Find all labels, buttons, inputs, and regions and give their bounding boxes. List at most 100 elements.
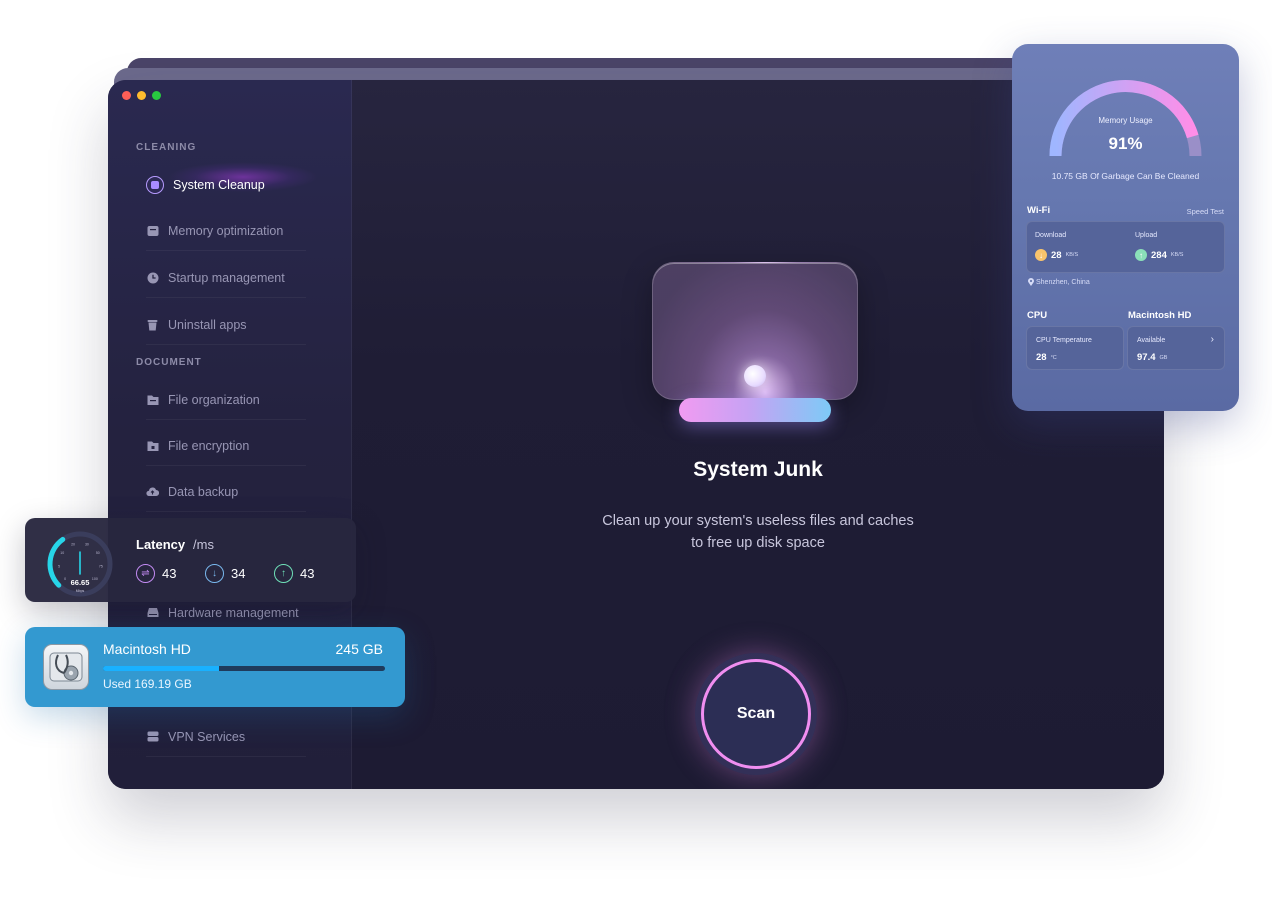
- server-icon: [146, 730, 159, 743]
- latency-stat-value: 43: [300, 566, 315, 581]
- cpu-temp-readout: 28 °C: [1036, 352, 1057, 363]
- sidebar-item-file-encryption[interactable]: File encryption: [146, 426, 306, 466]
- page-description: Clean up your system's useless files and…: [352, 510, 1164, 554]
- disk-usage-bar-fill: [103, 666, 219, 671]
- sidebar-item-system-cleanup[interactable]: System Cleanup: [146, 165, 306, 205]
- close-window-button[interactable]: [122, 91, 131, 100]
- garbage-amount: 10.75: [1051, 171, 1074, 181]
- gauge-tick-label: 10: [60, 551, 64, 555]
- sidebar-item-label: Data backup: [168, 484, 239, 499]
- latency-stat-up: ↑ 43: [274, 564, 314, 583]
- download-readout: ↓ 28 KB/S: [1035, 249, 1078, 261]
- memory-usage-label: Memory Usage: [1098, 116, 1153, 125]
- chevron-right-icon: ›: [1210, 334, 1214, 345]
- sidebar-item-startup-management[interactable]: Startup management: [146, 258, 306, 298]
- sidebar-item-label: File organization: [168, 392, 260, 407]
- scan-button[interactable]: Scan: [701, 659, 811, 769]
- cpu-panel: CPU Temperature 28 °C: [1026, 326, 1124, 370]
- location-line: Shenzhen, China: [1028, 278, 1090, 286]
- arrow-up-icon: ↑: [1135, 249, 1147, 261]
- zoom-window-button[interactable]: [152, 91, 161, 100]
- wifi-title: Wi-Fi: [1027, 205, 1051, 216]
- trash-icon: [146, 318, 159, 331]
- speed-test-link[interactable]: Speed Test: [1187, 207, 1224, 216]
- disk-utility-icon: [43, 644, 89, 690]
- memory-chip-icon: [146, 224, 159, 237]
- latency-speed-value: 66.65: [71, 578, 90, 587]
- section-label-document: DOCUMENT: [136, 357, 202, 368]
- latency-gauge: 0 5 10 20 30 50 75 100 66.65 Mbps: [47, 531, 113, 597]
- sidebar-item-label: Uninstall apps: [168, 317, 247, 332]
- section-label-cleaning: CLEANING: [136, 142, 197, 153]
- description-line-1: Clean up your system's useless files and…: [602, 513, 914, 529]
- hardware-icon: [146, 606, 159, 619]
- sidebar-item-memory-optimization[interactable]: Memory optimization: [146, 211, 306, 251]
- arrow-down-icon: ↓: [205, 564, 224, 583]
- disk-usage-bar: [103, 666, 385, 671]
- sidebar-item-vpn-services[interactable]: VPN Services: [146, 717, 306, 757]
- sidebar-item-uninstall-apps[interactable]: Uninstall apps: [146, 305, 306, 345]
- sidebar-item-file-organization[interactable]: File organization: [146, 380, 306, 420]
- gauge-tick-label: 50: [96, 551, 100, 555]
- cpu-temp-unit: °C: [1050, 354, 1057, 361]
- upload-readout: ↑ 284 KB/S: [1135, 249, 1183, 261]
- page-title: System Junk: [693, 458, 823, 481]
- wifi-panel: Download ↓ 28 KB/S Upload ↑ 284 KB/S: [1026, 221, 1225, 273]
- location-pin-icon: [1028, 278, 1034, 286]
- available-label: Available: [1137, 337, 1166, 344]
- system-cleanup-icon: [146, 176, 164, 194]
- disk-size: 245 GB: [335, 641, 383, 657]
- disk-usage-card[interactable]: Macintosh HD 245 GB Used 169.19 GB: [25, 627, 405, 707]
- download-label: Download: [1035, 232, 1067, 239]
- download-unit: KB/S: [1065, 252, 1079, 258]
- memory-usage-card: Memory Usage 91% 10.75 GB Of Garbage Can…: [1012, 44, 1239, 411]
- gauge-tick-label: 75: [99, 565, 103, 569]
- upload-unit: KB/S: [1170, 252, 1184, 258]
- description-line-2: to free up disk space: [691, 535, 825, 551]
- gauge-tick-label: 0: [64, 577, 66, 581]
- garbage-summary: 10.75 GB Of Garbage Can Be Cleaned: [1012, 171, 1239, 181]
- sidebar-item-label: System Cleanup: [173, 178, 265, 192]
- disk-used-text: Used 169.19 GB: [103, 677, 192, 691]
- window-controls: [122, 91, 161, 100]
- latency-stat-value: 34: [231, 566, 246, 581]
- illustration-light-dot: [744, 365, 766, 387]
- garbage-text: GB Of Garbage Can Be Cleaned: [1075, 171, 1200, 181]
- gauge-tick-label: 30: [85, 542, 89, 546]
- disk-title: Macintosh HD: [1128, 310, 1192, 321]
- latency-title: Latency: [136, 537, 186, 552]
- clock-icon: [146, 271, 159, 284]
- cpu-title: CPU: [1027, 310, 1048, 321]
- gauge-tick-label: 100: [92, 577, 98, 581]
- latency-speed-unit: Mbps: [76, 589, 85, 593]
- sidebar-item-label: Hardware management: [168, 605, 299, 620]
- sidebar-item-label: Startup management: [168, 270, 285, 285]
- file-icon: [146, 393, 159, 406]
- upload-value: 284: [1151, 249, 1167, 261]
- available-value: 97.4: [1137, 352, 1156, 363]
- available-readout: 97.4 GB: [1137, 352, 1167, 363]
- download-value: 28: [1051, 249, 1062, 261]
- cpu-temp-value: 28: [1036, 352, 1047, 363]
- sidebar-item-label: File encryption: [168, 438, 250, 453]
- latency-card: 0 5 10 20 30 50 75 100 66.65 Mbps Latency /ms ⇌…: [25, 518, 356, 602]
- gauge-tick-label: 20: [71, 542, 75, 546]
- illustration-base: [679, 398, 831, 422]
- sidebar-item-label: VPN Services: [168, 729, 246, 744]
- sidebar-item-data-backup[interactable]: Data backup: [146, 472, 306, 512]
- location-text: Shenzhen, China: [1036, 278, 1090, 286]
- memory-usage-value: 91%: [1108, 134, 1143, 153]
- latency-stat-down: ↓ 34: [205, 564, 245, 583]
- disk-name: Macintosh HD: [103, 641, 191, 657]
- gauge-tick-label: 5: [58, 565, 60, 569]
- sidebar-item-label: Memory optimization: [168, 223, 284, 238]
- cloud-upload-icon: [146, 485, 159, 498]
- arrow-up-icon: ↑: [274, 564, 293, 583]
- latency-stat-swap: ⇌ 43: [136, 564, 176, 583]
- available-unit: GB: [1159, 354, 1168, 361]
- swap-icon: ⇌: [136, 564, 155, 583]
- minimize-window-button[interactable]: [137, 91, 146, 100]
- upload-label: Upload: [1135, 232, 1158, 239]
- arrow-down-icon: ↓: [1035, 249, 1047, 261]
- disk-available-panel[interactable]: Available › 97.4 GB: [1127, 326, 1225, 370]
